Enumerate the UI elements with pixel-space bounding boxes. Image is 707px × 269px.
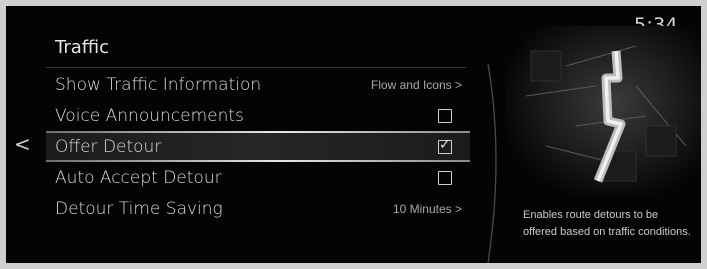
menu-item-label: Show Traffic Information	[55, 74, 262, 95]
menu-item-label: Detour Time Saving	[55, 198, 223, 219]
menu-item-label: Voice Announcements	[55, 105, 244, 126]
menu-item-show-traffic-information[interactable]: Show Traffic Information Flow and Icons …	[46, 69, 470, 100]
menu-item-auto-accept-detour[interactable]: Auto Accept Detour	[46, 162, 470, 193]
display-bezel: 5:34pm < Traffic Show Traffic Informatio…	[0, 0, 707, 269]
menu-item-label: Auto Accept Detour	[55, 167, 222, 188]
menu-item-voice-announcements[interactable]: Voice Announcements	[46, 100, 470, 131]
menu-item-detour-time-saving[interactable]: Detour Time Saving 10 Minutes >	[46, 193, 470, 224]
setting-description: Enables route detours to be offered base…	[523, 209, 691, 238]
menu-item-label: Offer Detour	[55, 136, 162, 157]
page-title: Traffic	[55, 37, 110, 58]
menu-item-offer-detour[interactable]: Offer Detour	[46, 131, 470, 162]
chevron-left-icon[interactable]: <	[14, 132, 31, 156]
route-map-illustration	[506, 26, 701, 196]
infotainment-screen: 5:34pm < Traffic Show Traffic Informatio…	[6, 6, 701, 263]
title-divider	[46, 67, 466, 68]
settings-menu: Show Traffic Information Flow and Icons …	[46, 69, 470, 224]
